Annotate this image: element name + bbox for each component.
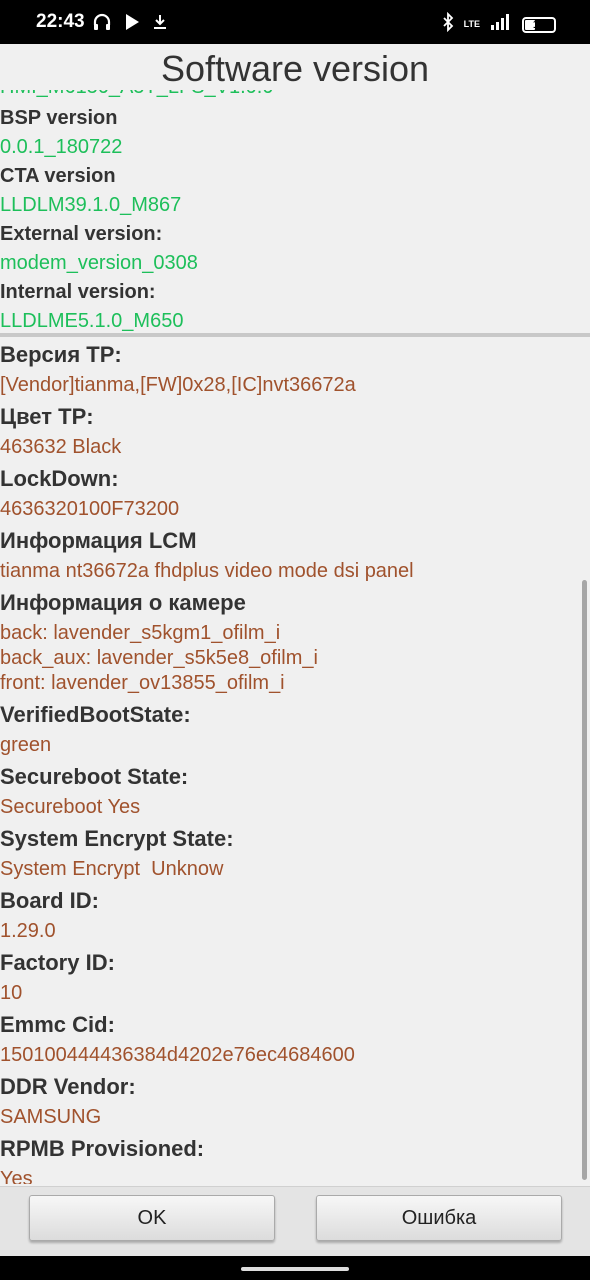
title-bar: Software version bbox=[0, 44, 590, 90]
item-value: Secureboot Yes bbox=[0, 796, 141, 818]
item-label: Emmc Cid: bbox=[0, 1012, 115, 1037]
headphones-icon bbox=[92, 12, 112, 37]
section-divider bbox=[0, 333, 590, 337]
battery-icon: 17 bbox=[522, 16, 556, 33]
button-bar: OK Ошибка bbox=[0, 1186, 590, 1257]
item-value: 150100444436384d4202e76ec4684600 bbox=[0, 1044, 355, 1066]
item-value: 4636320100F73200 bbox=[0, 498, 180, 520]
list-item: System Encrypt State: System Encrypt Unk… bbox=[0, 823, 580, 885]
item-value: back: lavender_s5kgm1_ofilm_i bbox=[0, 622, 281, 644]
item-value: [Vendor]tianma,[FW]0x28,[IC]nvt36672a bbox=[0, 374, 356, 396]
item-label: Secureboot State: bbox=[0, 764, 189, 789]
item-label: CTA version bbox=[0, 165, 116, 187]
home-gesture-handle[interactable] bbox=[241, 1267, 349, 1271]
item-value: back_aux: lavender_s5k5e8_ofilm_i bbox=[0, 647, 318, 669]
item-value: 10 bbox=[0, 982, 23, 1004]
item-value: SAMSUNG bbox=[0, 1106, 102, 1128]
item-label: BSP version bbox=[0, 107, 118, 129]
list-item: External version: modem_version_0308 bbox=[0, 220, 590, 278]
item-label: RPMB Provisioned: bbox=[0, 1136, 205, 1161]
item-label: Цвет TP: bbox=[0, 404, 94, 429]
item-value: LLDLM39.1.0_M867 bbox=[0, 194, 182, 216]
list-item: Internal version: LLDLME5.1.0_M650 bbox=[0, 278, 590, 334]
list-item: RPMB Provisioned: Yes bbox=[0, 1133, 580, 1184]
signal-icon bbox=[490, 13, 512, 36]
item-value: 0.0.1_180722 bbox=[0, 136, 123, 158]
ok-button[interactable]: OK bbox=[29, 1195, 275, 1241]
item-value: modem_version_0308 bbox=[0, 252, 198, 274]
item-value: Yes bbox=[0, 1168, 33, 1184]
play-icon bbox=[124, 13, 140, 36]
item-label: Версия TP: bbox=[0, 342, 122, 367]
list-item: DDR Vendor: SAMSUNG bbox=[0, 1071, 580, 1133]
item-value: LLDLME5.1.0_M650 bbox=[0, 310, 184, 332]
list-item: Emmc Cid: 150100444436384d4202e76ec46846… bbox=[0, 1009, 580, 1071]
item-label: Информация LCM bbox=[0, 528, 197, 553]
item-label: External version: bbox=[0, 223, 163, 245]
navigation-bar bbox=[0, 1256, 590, 1280]
bluetooth-icon bbox=[442, 11, 454, 37]
item-label: LockDown: bbox=[0, 466, 119, 491]
list-item: Информация LCM tianma nt36672a fhdplus v… bbox=[0, 525, 580, 587]
item-label: Internal version: bbox=[0, 281, 156, 303]
list-item: CTA version LLDLM39.1.0_M867 bbox=[0, 162, 590, 220]
error-button[interactable]: Ошибка bbox=[316, 1195, 562, 1241]
list-item: Board ID: 1.29.0 bbox=[0, 885, 580, 947]
list-item: Цвет TP: 463632 Black bbox=[0, 401, 580, 463]
item-label: Factory ID: bbox=[0, 950, 115, 975]
list-item: VerifiedBootState: green bbox=[0, 699, 580, 761]
top-version-list[interactable]: BSP version 0.0.1_180722 CTA version LLD… bbox=[0, 78, 590, 334]
status-time: 22:43 bbox=[36, 11, 85, 32]
scrollbar[interactable] bbox=[582, 580, 587, 1180]
bottom-info-list[interactable]: Версия TP: [Vendor]tianma,[FW]0x28,[IC]n… bbox=[0, 339, 580, 1184]
item-value: System Encrypt Unknow bbox=[0, 858, 224, 880]
item-label: VerifiedBootState: bbox=[0, 702, 191, 727]
item-value: 463632 Black bbox=[0, 436, 122, 458]
item-label: System Encrypt State: bbox=[0, 826, 234, 851]
status-bar: 22:43 LTE 17 bbox=[0, 0, 590, 44]
list-item: Информация о камере back: lavender_s5kgm… bbox=[0, 587, 580, 699]
item-value: green bbox=[0, 734, 52, 756]
download-icon bbox=[152, 13, 168, 36]
network-type: LTE bbox=[463, 19, 480, 29]
list-item: Factory ID: 10 bbox=[0, 947, 580, 1009]
list-item: BSP version 0.0.1_180722 bbox=[0, 104, 590, 162]
item-value: tianma nt36672a fhdplus video mode dsi p… bbox=[0, 560, 414, 582]
list-item: Secureboot State: Secureboot Yes bbox=[0, 761, 580, 823]
list-item: LockDown: 4636320100F73200 bbox=[0, 463, 580, 525]
item-value: front: lavender_ov13855_ofilm_i bbox=[0, 672, 285, 694]
item-label: Board ID: bbox=[0, 888, 99, 913]
item-label: DDR Vendor: bbox=[0, 1074, 136, 1099]
item-value: 1.29.0 bbox=[0, 920, 56, 942]
battery-level: 17 bbox=[532, 18, 546, 31]
page-title: Software version bbox=[160, 48, 430, 89]
list-item: Версия TP: [Vendor]tianma,[FW]0x28,[IC]n… bbox=[0, 339, 580, 401]
item-label: Информация о камере bbox=[0, 590, 246, 615]
